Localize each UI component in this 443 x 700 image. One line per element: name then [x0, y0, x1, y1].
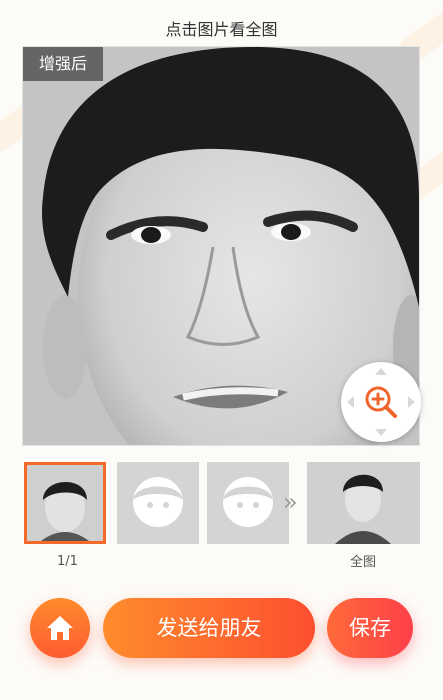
face-placeholder-icon: [223, 477, 273, 527]
send-to-friend-button[interactable]: 发送给朋友: [103, 598, 315, 658]
face-placeholder-icon: [133, 477, 183, 527]
portrait-thumbnail-image: [27, 465, 103, 541]
thumbnail-selected[interactable]: [24, 462, 106, 544]
save-button[interactable]: 保存: [327, 598, 413, 658]
thumbnail-placeholder[interactable]: [117, 462, 199, 544]
home-icon: [47, 616, 73, 640]
home-button[interactable]: [30, 598, 90, 658]
pan-up-arrow-icon[interactable]: [375, 368, 387, 375]
full-image-label: 全图: [350, 555, 377, 570]
zoom-control[interactable]: [341, 362, 421, 442]
pan-down-arrow-icon[interactable]: [375, 429, 387, 436]
thumbnail-placeholder[interactable]: [207, 462, 289, 544]
thumbnail-counter: 1/1: [57, 554, 78, 569]
double-chevron-right-icon: »: [283, 488, 298, 516]
pan-left-arrow-icon[interactable]: [347, 396, 354, 408]
full-portrait-thumbnail-image: [307, 462, 420, 544]
zoom-in-icon[interactable]: [363, 384, 399, 420]
pan-right-arrow-icon[interactable]: [408, 396, 415, 408]
full-image-thumbnail[interactable]: [307, 462, 420, 544]
view-full-image-hint: 点击图片看全图: [165, 20, 278, 39]
enhanced-badge: 增强后: [23, 47, 104, 81]
